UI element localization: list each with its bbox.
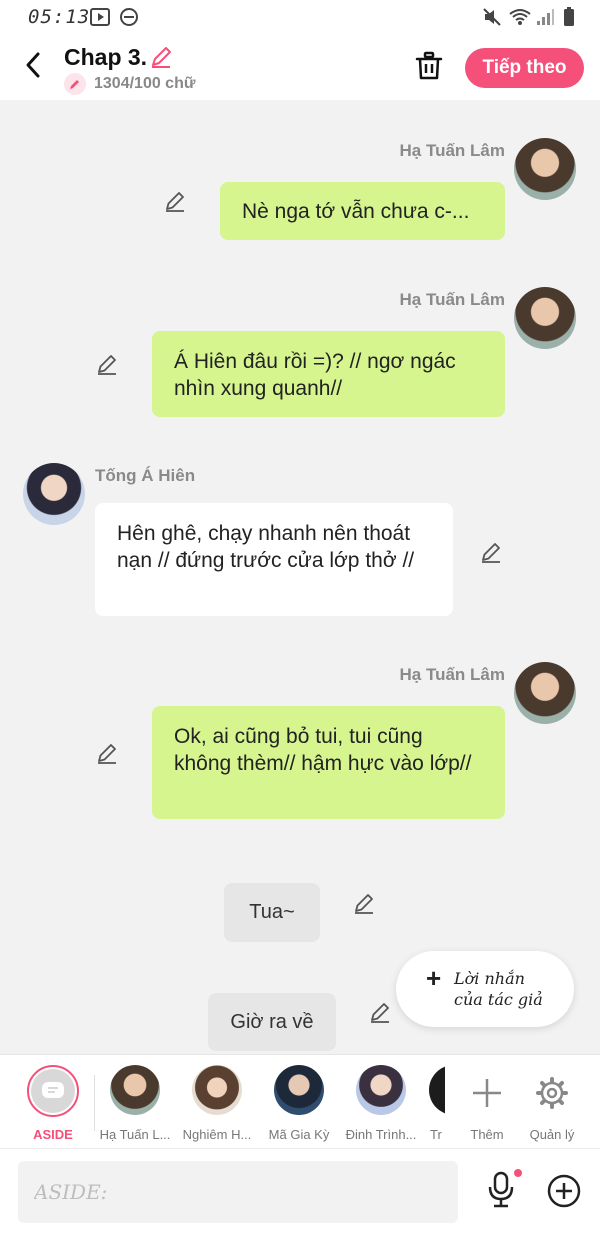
character-label: Nghiêm H... — [182, 1127, 252, 1142]
character-label: Hạ Tuấn L... — [99, 1127, 171, 1142]
message-input[interactable] — [18, 1161, 458, 1223]
battery-icon — [564, 7, 574, 26]
character-label: ASIDE — [33, 1127, 73, 1142]
trash-icon — [415, 51, 443, 80]
word-count: 1304/100 chữ — [64, 73, 195, 95]
edit-title-icon[interactable] — [148, 44, 174, 70]
chat-bubble-icon — [42, 1082, 64, 1098]
edit-message-icon[interactable] — [478, 539, 504, 565]
back-button[interactable] — [16, 48, 50, 82]
manage-label: Quản lý — [529, 1127, 575, 1142]
screen-record-icon — [90, 8, 110, 26]
plus-icon — [473, 1079, 501, 1107]
signal-icon — [537, 9, 554, 25]
notification-dot — [514, 1169, 522, 1177]
sender-name: Hạ Tuấn Lâm — [399, 665, 505, 684]
character-item[interactable]: Đinh Trình... — [341, 1065, 421, 1142]
status-time: 05:13 — [28, 6, 91, 28]
status-bar: 05:13 — [0, 0, 600, 36]
sender-name: Tống Á Hiên — [95, 466, 196, 485]
wifi-icon — [509, 9, 531, 25]
gear-icon — [536, 1077, 568, 1109]
character-aside[interactable]: ASIDE — [13, 1065, 93, 1142]
message-bubble[interactable]: Ok, ai cũng bỏ tui, tui cũng không thèm/… — [152, 706, 505, 819]
sender-name: Hạ Tuấn Lâm — [399, 141, 505, 160]
character-avatar — [274, 1065, 324, 1115]
character-label: Mã Gia Kỳ — [268, 1127, 330, 1142]
composer — [0, 1148, 600, 1233]
voice-button[interactable] — [484, 1169, 522, 1211]
author-note-label: Lời nhắn của tác giả — [454, 969, 543, 1009]
add-attachment-icon[interactable] — [546, 1173, 582, 1209]
character-label: Tr — [430, 1127, 442, 1142]
next-button[interactable]: Tiếp theo — [465, 48, 584, 88]
author-note-button[interactable]: + Lời nhắn của tác giả — [396, 951, 574, 1027]
mute-icon — [483, 8, 501, 26]
character-item[interactable]: Nghiêm H... — [177, 1065, 257, 1142]
message-bubble[interactable]: Hên ghê, chạy nhanh nên thoát nạn // đứn… — [95, 503, 453, 616]
character-avatar — [356, 1065, 406, 1115]
aside-bubble[interactable]: Tua~ — [224, 883, 320, 942]
edit-message-icon[interactable] — [162, 188, 188, 214]
message-bubble[interactable]: Nè nga tớ vẫn chưa c-... — [220, 182, 505, 240]
character-avatar — [110, 1065, 160, 1115]
avatar-ha-tuan-lam[interactable] — [514, 138, 576, 200]
pencil-badge-icon — [64, 73, 86, 95]
edit-message-icon[interactable] — [367, 999, 393, 1025]
back-arrow-icon — [26, 52, 40, 78]
edit-message-icon[interactable] — [94, 351, 120, 377]
edit-message-icon[interactable] — [94, 740, 120, 766]
chapter-title: Chap 3. — [64, 44, 148, 70]
character-item[interactable]: Hạ Tuấn L... — [95, 1065, 175, 1142]
editor-header: Chap 3. 1304/100 chữ Tiếp theo — [0, 36, 600, 100]
microphone-icon — [488, 1171, 514, 1208]
plus-icon: + — [426, 963, 442, 993]
delete-button[interactable] — [412, 48, 446, 84]
character-avatar — [192, 1065, 242, 1115]
dnd-icon — [120, 8, 138, 26]
message-bubble[interactable]: Á Hiên đâu rồi =)? // ngơ ngác nhìn xung… — [152, 331, 505, 417]
character-label: Đinh Trình... — [345, 1127, 417, 1142]
aside-avatar — [27, 1065, 79, 1117]
avatar-ha-tuan-lam[interactable] — [514, 287, 576, 349]
sender-name: Hạ Tuấn Lâm — [399, 290, 505, 309]
manage-characters-button[interactable]: Quản lý — [512, 1065, 592, 1142]
edit-message-icon[interactable] — [351, 890, 377, 916]
avatar-ha-tuan-lam[interactable] — [514, 662, 576, 724]
avatar-tong-a-hien[interactable] — [23, 463, 85, 525]
word-count-text: 1304/100 chữ — [94, 75, 196, 92]
aside-bubble[interactable]: Giờ ra về — [208, 993, 336, 1051]
character-item[interactable]: Tr — [423, 1065, 445, 1142]
character-bar: ASIDE Hạ Tuấn L... Nghiêm H... Mã Gia Kỳ… — [0, 1054, 600, 1148]
character-avatar — [429, 1065, 445, 1115]
character-item[interactable]: Mã Gia Kỳ — [259, 1065, 339, 1142]
